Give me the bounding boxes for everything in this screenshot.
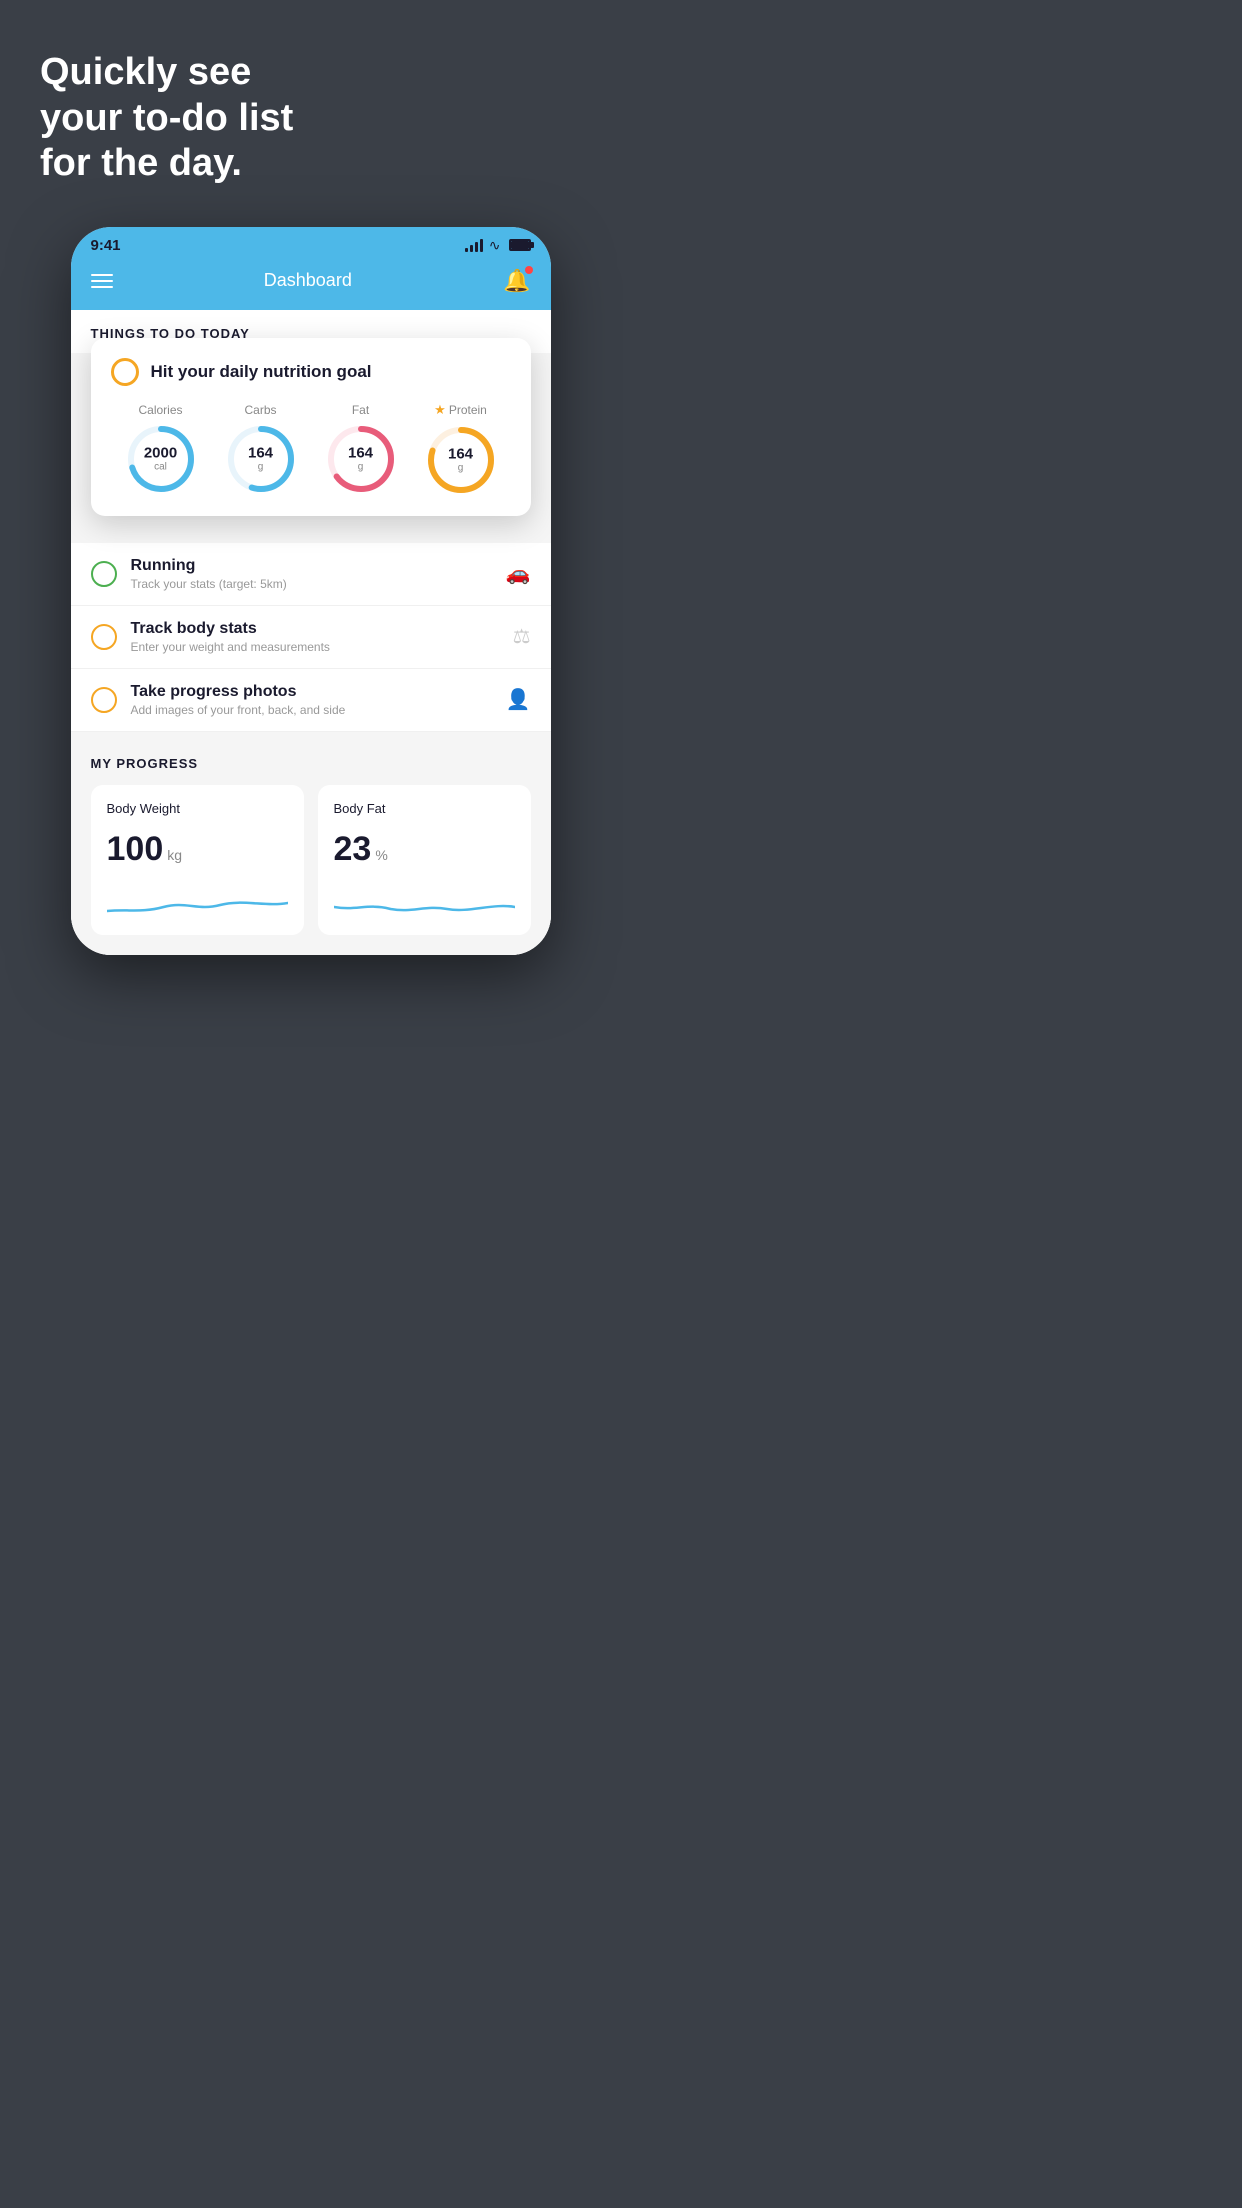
carbs-value: 164: [248, 445, 273, 462]
body-fat-value: 23: [334, 830, 372, 869]
hero-section: Quickly see your to-do list for the day.: [0, 0, 621, 217]
fat-ring: 164 g: [325, 423, 397, 495]
progress-section: MY PROGRESS Body Weight 100 kg: [71, 732, 551, 955]
todo-text-progress-photos: Take progress photos Add images of your …: [131, 683, 492, 717]
carbs-label: Carbs: [244, 403, 276, 417]
running-icon: 🚗: [506, 561, 531, 586]
body-weight-value: 100: [107, 830, 164, 869]
notification-bell-button[interactable]: 🔔: [503, 268, 530, 294]
nutrition-card-title: Hit your daily nutrition goal: [151, 362, 372, 382]
phone-mockup: 9:41 ∿ Dashboard 🔔: [71, 227, 551, 955]
protein-ring: 164 g: [425, 424, 497, 496]
nutrition-card-title-row: Hit your daily nutrition goal: [111, 358, 511, 386]
main-content: THINGS TO DO TODAY Hit your daily nutrit…: [71, 310, 551, 955]
progress-cards-container: Body Weight 100 kg Body Fat: [91, 785, 531, 935]
protein-label: ★ Protein: [434, 402, 487, 418]
battery-icon: [509, 239, 531, 251]
todo-title-running: Running: [131, 557, 492, 575]
body-weight-card: Body Weight 100 kg: [91, 785, 304, 935]
body-weight-chart: [107, 883, 288, 919]
todo-item-body-stats[interactable]: Track body stats Enter your weight and m…: [71, 606, 551, 669]
notification-dot: [525, 266, 533, 274]
todo-subtitle-running: Track your stats (target: 5km): [131, 577, 492, 591]
nav-title: Dashboard: [264, 270, 352, 291]
todo-subtitle-body-stats: Enter your weight and measurements: [131, 640, 499, 654]
menu-button[interactable]: [91, 274, 113, 288]
todo-item-running[interactable]: Running Track your stats (target: 5km) 🚗: [71, 543, 551, 606]
nutrition-circles-container: Calories 2000 cal: [111, 402, 511, 496]
nav-bar: Dashboard 🔔: [71, 258, 551, 310]
todo-circle-running: [91, 561, 117, 587]
carbs-text: 164 g: [248, 445, 273, 473]
person-icon: 👤: [506, 687, 531, 712]
calories-text: 2000 cal: [144, 445, 177, 473]
protein-text: 164 g: [448, 446, 473, 474]
body-weight-unit: kg: [167, 847, 182, 863]
todo-circle-body-stats: [91, 624, 117, 650]
fat-label: Fat: [352, 403, 369, 417]
status-time: 9:41: [91, 237, 121, 254]
body-fat-title: Body Fat: [334, 801, 515, 816]
todo-title-progress-photos: Take progress photos: [131, 683, 492, 701]
todo-list: Running Track your stats (target: 5km) 🚗…: [71, 543, 551, 732]
fat-unit: g: [348, 462, 373, 473]
body-fat-chart: [334, 883, 515, 919]
nutrition-protein: ★ Protein 164 g: [425, 402, 497, 496]
protein-unit: g: [448, 463, 473, 474]
todo-item-progress-photos[interactable]: Take progress photos Add images of your …: [71, 669, 551, 732]
phone-frame: 9:41 ∿ Dashboard 🔔: [71, 227, 551, 955]
body-fat-value-row: 23 %: [334, 830, 515, 869]
progress-heading: MY PROGRESS: [91, 756, 531, 771]
scale-icon: ⚖: [513, 624, 531, 649]
wifi-icon: ∿: [489, 237, 501, 254]
todo-subtitle-progress-photos: Add images of your front, back, and side: [131, 703, 492, 717]
body-fat-card: Body Fat 23 %: [318, 785, 531, 935]
carbs-ring: 164 g: [225, 423, 297, 495]
protein-star-icon: ★: [434, 402, 446, 418]
protein-value: 164: [448, 446, 473, 463]
carbs-unit: g: [248, 462, 273, 473]
todo-text-running: Running Track your stats (target: 5km): [131, 557, 492, 591]
status-icons: ∿: [465, 237, 531, 254]
todo-text-body-stats: Track body stats Enter your weight and m…: [131, 620, 499, 654]
todo-circle-progress-photos: [91, 687, 117, 713]
nutrition-calories: Calories 2000 cal: [125, 403, 197, 495]
fat-value: 164: [348, 445, 373, 462]
nutrition-fat: Fat 164 g: [325, 403, 397, 495]
body-weight-title: Body Weight: [107, 801, 288, 816]
hero-title: Quickly see your to-do list for the day.: [40, 50, 581, 187]
nutrition-carbs: Carbs 164 g: [225, 403, 297, 495]
signal-bars-icon: [465, 238, 483, 252]
fat-text: 164 g: [348, 445, 373, 473]
nutrition-card: Hit your daily nutrition goal Calories 2: [91, 338, 531, 516]
body-fat-unit: %: [375, 847, 387, 863]
calories-ring: 2000 cal: [125, 423, 197, 495]
calories-value: 2000: [144, 445, 177, 462]
body-weight-value-row: 100 kg: [107, 830, 288, 869]
nutrition-circle-check: [111, 358, 139, 386]
todo-title-body-stats: Track body stats: [131, 620, 499, 638]
status-bar: 9:41 ∿: [71, 227, 551, 258]
calories-label: Calories: [138, 403, 182, 417]
calories-unit: cal: [144, 462, 177, 473]
